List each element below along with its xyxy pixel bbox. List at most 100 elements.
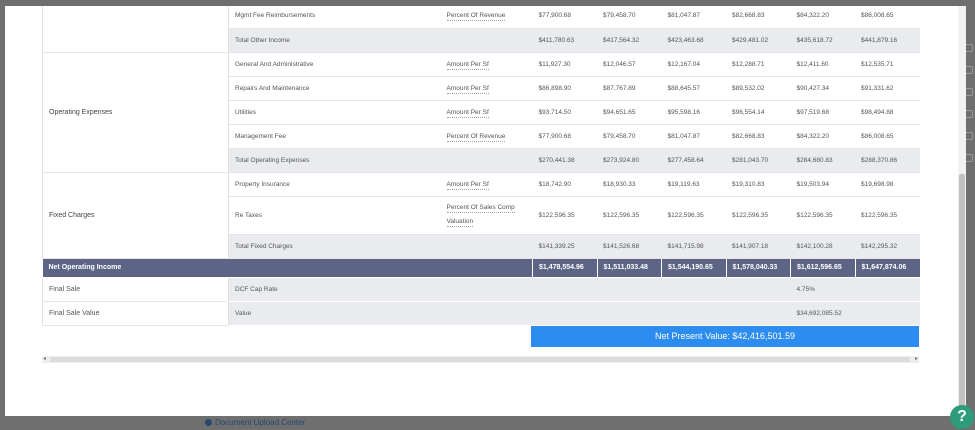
- value-cell: $88,645.57: [661, 76, 726, 101]
- horizontal-scrollbar[interactable]: ◂ ▸: [42, 356, 919, 363]
- value-cell: $82,668.83: [726, 6, 791, 29]
- table-row: Operating Expenses General And Administr…: [42, 52, 920, 173]
- value-cell: $12,167.04: [661, 52, 726, 77]
- method-label[interactable]: Amount Per Sf: [446, 60, 489, 70]
- cash-flow-table: Mgmt Fee Reimbursements Percent Of Reven…: [42, 6, 920, 326]
- value-cell: $142,295.32: [855, 234, 920, 259]
- value-cell: $141,907.18: [726, 234, 791, 259]
- value-cell: $122,596.35: [726, 196, 791, 235]
- item-label: Total Fixed Charges: [228, 234, 441, 259]
- help-icon: ?: [957, 408, 967, 425]
- item-label: Mgmt Fee Reimbursements: [228, 6, 441, 29]
- method-label[interactable]: Amount Per Sf: [446, 180, 489, 190]
- value-cell: $423,463.68: [661, 28, 726, 53]
- value-cell: $429,481.02: [726, 28, 791, 53]
- category-label: Final Sale Value: [42, 301, 229, 326]
- item-label: Repairs And Maintenance: [228, 76, 441, 101]
- value-cell: $141,339.25: [532, 234, 597, 259]
- method-label[interactable]: Percent Of Revenue: [446, 12, 506, 22]
- value-cell: $95,598.16: [661, 100, 726, 125]
- noi-value: $1,511,033.48: [596, 258, 662, 278]
- value-cell: $142,100.28: [790, 234, 855, 259]
- method-label[interactable]: Amount Per Sf: [446, 84, 489, 94]
- value-cell: $94,651.65: [597, 100, 662, 125]
- method-cell: [440, 234, 533, 259]
- value-cell: $281,043.70: [726, 148, 791, 173]
- value-cell: $122,596.35: [790, 196, 855, 235]
- method-label[interactable]: Percent Of Revenue: [446, 132, 506, 142]
- method-cell: [440, 148, 533, 173]
- item-label: Total Operating Expenses: [228, 148, 441, 173]
- category-label: Operating Expenses: [42, 52, 229, 173]
- value-cell: $77,900.68: [532, 124, 597, 149]
- method-cell[interactable]: Percent Of Sales Comp Valuation: [440, 196, 533, 235]
- noi-row: Net Operating Income $1,478,554.96 $1,51…: [42, 258, 920, 278]
- value-cell: $19,119.63: [661, 172, 726, 197]
- method-cell[interactable]: Amount Per Sf: [440, 76, 533, 101]
- method-cell[interactable]: Amount Per Sf: [440, 52, 533, 77]
- method-label[interactable]: Percent Of Sales Comp Valuation: [446, 204, 515, 227]
- cash-flow-modal: Mgmt Fee Reimbursements Percent Of Reven…: [5, 6, 966, 416]
- value-cell: $122,596.35: [597, 196, 662, 235]
- help-button[interactable]: ?: [950, 405, 974, 429]
- value-cell: $19,503.94: [790, 172, 855, 197]
- noi-value: $1,612,596.65: [790, 258, 855, 278]
- value-cell: $89,532.02: [726, 76, 791, 101]
- final-sale-value-row: Final Sale Value Value $34,692,085.52: [42, 301, 920, 326]
- scroll-right-icon[interactable]: ▸: [915, 355, 918, 362]
- value-cell: $284,680.83: [790, 148, 855, 173]
- value-cell: $11,927.30: [532, 52, 597, 77]
- value-cell: $90,427.34: [790, 76, 855, 101]
- item-label: Total Other Income: [228, 28, 441, 53]
- value-cell: $84,322.20: [790, 124, 855, 149]
- method-cell[interactable]: Percent Of Revenue: [440, 6, 533, 29]
- value-cell: $84,322.20: [790, 6, 855, 29]
- rail-icon: [965, 44, 973, 52]
- method-cell: [440, 28, 533, 53]
- category-label: Fixed Charges: [42, 172, 229, 259]
- info-icon: [205, 419, 212, 426]
- value-cell: $93,714.50: [532, 100, 597, 125]
- value-cell: $417,564.32: [597, 28, 662, 53]
- value-cell: $122,596.35: [532, 196, 597, 235]
- value-cell: $12,288.71: [726, 52, 791, 77]
- noi-value: $1,647,874.06: [854, 258, 920, 278]
- method-cell[interactable]: Amount Per Sf: [440, 172, 533, 197]
- value-cell: $34,692,085.52: [790, 301, 920, 326]
- scrollbar-thumb[interactable]: [959, 174, 965, 416]
- value-cell: $12,535.71: [855, 52, 920, 77]
- net-present-value-bar: Net Present Value: $42,416,501.59: [531, 326, 919, 347]
- value-cell: $12,046.57: [597, 52, 662, 77]
- final-sale-row: Final Sale DCF Cap Rate 4.75%: [42, 277, 920, 302]
- value-cell: $122,596.35: [661, 196, 726, 235]
- noi-value: $1,544,190.65: [661, 258, 726, 278]
- value-cell: $86,898.90: [532, 76, 597, 101]
- noi-value: $1,578,040.33: [725, 258, 791, 278]
- value-cell: $19,698.98: [855, 172, 920, 197]
- value-cell: $411,780.63: [532, 28, 597, 53]
- vertical-scrollbar[interactable]: [958, 6, 966, 416]
- value-cell: $435,618.72: [790, 28, 855, 53]
- item-label: DCF Cap Rate: [228, 277, 791, 302]
- method-label[interactable]: Amount Per Sf: [446, 108, 489, 118]
- table-row: Mgmt Fee Reimbursements Percent Of Reven…: [42, 6, 920, 53]
- value-cell: $91,331.62: [855, 76, 920, 101]
- method-cell[interactable]: Percent Of Revenue: [440, 124, 533, 149]
- method-cell[interactable]: Amount Per Sf: [440, 100, 533, 125]
- document-upload-link[interactable]: Document Upload Center: [205, 418, 305, 427]
- scrollbar-thumb[interactable]: [50, 357, 910, 362]
- value-cell: $86,008.65: [855, 6, 920, 29]
- value-cell: $77,900.68: [532, 6, 597, 29]
- item-label: General And Administrative: [228, 52, 441, 77]
- item-label: Re Taxes: [228, 196, 441, 235]
- value-cell: $96,554.14: [726, 100, 791, 125]
- value-cell: $270,441.38: [532, 148, 597, 173]
- value-cell: $141,526.68: [597, 234, 662, 259]
- value-cell: $273,924.80: [597, 148, 662, 173]
- value-cell: $18,742.90: [532, 172, 597, 197]
- item-label: Property Insurance: [228, 172, 441, 197]
- value-cell: $98,494.88: [855, 100, 920, 125]
- category-cell: [42, 6, 229, 53]
- scroll-left-icon[interactable]: ◂: [43, 355, 46, 362]
- rail-icon: [965, 66, 973, 74]
